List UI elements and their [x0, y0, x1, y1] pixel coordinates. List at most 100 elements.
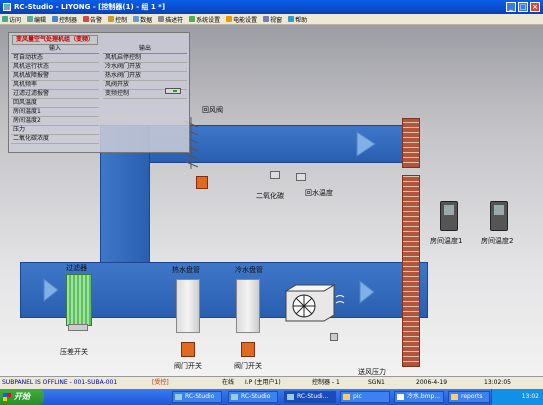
damper-actuator[interactable]	[196, 176, 208, 189]
input-item[interactable]: 过滤过滤报警	[11, 90, 99, 99]
return-temp-sensor[interactable]	[296, 173, 306, 181]
input-item[interactable]: 回风温度	[11, 99, 99, 108]
menu-controller[interactable]: 控制器	[52, 15, 77, 24]
task-item[interactable]: RC-Studio	[228, 391, 278, 403]
supply-pressure-sensor[interactable]	[330, 333, 338, 341]
input-item[interactable]: 风机运行状态	[11, 63, 99, 72]
window-icon	[263, 16, 270, 22]
help-icon	[288, 16, 295, 22]
room-temp-2-label: 房间温度2	[481, 237, 514, 245]
offline-status: SUBPANEL IS OFFLINE - 001-SUBA-001	[2, 379, 118, 386]
alarm-icon	[83, 16, 90, 22]
menu-descriptor[interactable]: 描述符	[158, 15, 183, 24]
data-icon	[133, 16, 140, 22]
descriptor-icon	[158, 16, 165, 22]
valve-switch-2-label: 阀门开关	[234, 362, 262, 370]
taskbar: 开始 RC-Studio RC-Studio RC-Studi... pic 冷…	[0, 389, 543, 405]
task-item[interactable]: pic	[340, 391, 390, 403]
task-item[interactable]: reports	[448, 391, 490, 403]
task-item-active[interactable]: RC-Studi...	[284, 391, 336, 403]
menu-control[interactable]: 控制	[108, 15, 127, 24]
filter[interactable]	[66, 274, 92, 326]
supply-flow-arrow-left	[43, 277, 59, 303]
input-column: 输入 可自动状态 风机运行状态 风机故障报警 风机频率 过滤过滤报警 回风温度 …	[11, 45, 99, 144]
input-item[interactable]: 风机频率	[11, 81, 99, 90]
user-status: I.P (主用户1)	[245, 379, 281, 386]
diff-pressure-switch[interactable]	[68, 324, 88, 331]
time-status: 13:02:05	[484, 379, 511, 386]
app-icon	[175, 394, 182, 400]
room-temp-2-sensor[interactable]	[490, 201, 508, 231]
output-item[interactable]: 风机启停控制	[103, 54, 187, 63]
maximize-button[interactable]: □	[518, 2, 528, 12]
window-title: RC-Studio - LIYONG - [控制器(1) - 组 1 *]	[14, 3, 166, 11]
controller-icon	[52, 16, 59, 22]
close-button[interactable]: ×	[530, 2, 540, 12]
cold-water-coil[interactable]	[236, 279, 260, 333]
hot-water-coil[interactable]	[176, 279, 200, 333]
input-item[interactable]: 可自动状态	[11, 54, 99, 63]
menu-access[interactable]: 访问	[2, 15, 21, 24]
room-temp-1-sensor[interactable]	[440, 201, 458, 231]
room-temp-1-label: 房间温度1	[430, 237, 463, 245]
return-damper-label: 回风阀	[202, 106, 223, 114]
co2-sensor[interactable]	[270, 171, 280, 179]
input-item[interactable]: 风机故障报警	[11, 72, 99, 81]
folder-icon	[343, 394, 350, 400]
input-item[interactable]: 房间温度1	[11, 108, 99, 117]
hot-valve-actuator[interactable]	[181, 342, 195, 357]
input-item[interactable]: 房间温度2	[11, 117, 99, 126]
co2-label: 二氧化碳	[256, 192, 284, 200]
hvac-diagram-canvas: 回风阀 二氧化碳 回水温度 过滤器 压差开关 热水盘管 阀门开关 冷水盘管 阀门…	[0, 25, 543, 376]
brick-wall	[402, 175, 420, 367]
menu-window[interactable]: 视窗	[263, 15, 282, 24]
settings-icon	[189, 16, 196, 22]
input-item[interactable]: 压力	[11, 126, 99, 135]
output-item[interactable]: 冷水阀门开放	[103, 63, 187, 72]
menu-energy-settings[interactable]: 电能设置	[226, 15, 257, 24]
return-temp-label: 回水温度	[305, 189, 333, 197]
menu-bar: 访问 编辑 控制器 告警 控制 数据 描述符 系统设置 电能设置 视窗 帮助	[0, 14, 543, 25]
control-state: [受控]	[152, 379, 169, 386]
window-title-bar[interactable]: RC-Studio - LIYONG - [控制器(1) - 组 1 *] _ …	[0, 0, 543, 14]
valve-switch-1-label: 阀门开关	[174, 362, 202, 370]
cold-valve-actuator[interactable]	[241, 342, 255, 357]
supply-flow-arrow-right	[359, 279, 375, 305]
app-icon	[231, 394, 238, 400]
task-item[interactable]: 冷水.bmp...	[394, 391, 444, 403]
fan-toggle-switch[interactable]	[165, 88, 181, 94]
supply-pressure-label: 送风压力	[358, 368, 386, 376]
minimize-button[interactable]: _	[506, 2, 516, 12]
code-status: SGN1	[368, 379, 385, 386]
image-icon	[397, 394, 404, 400]
energy-icon	[226, 16, 233, 22]
menu-help[interactable]: 帮助	[288, 15, 307, 24]
diff-pressure-switch-label: 压差开关	[60, 348, 88, 356]
panel-title: 变风量空气处理机组（变频）	[12, 35, 99, 45]
status-bar: SUBPANEL IS OFFLINE - 001-SUBA-001 [受控] …	[0, 376, 543, 389]
start-button[interactable]: 开始	[0, 389, 44, 405]
online-status: 在线	[222, 379, 235, 386]
menu-data[interactable]: 数据	[133, 15, 152, 24]
task-item[interactable]: RC-Studio	[172, 391, 222, 403]
clock[interactable]: 13:02	[522, 393, 539, 400]
controller-status: 控制器 - 1	[312, 379, 340, 386]
input-header: 输入	[11, 45, 99, 54]
cold-coil-label: 冷水盘管	[235, 266, 263, 274]
edit-icon	[27, 16, 34, 22]
input-item[interactable]: 二氧化碳浓度	[11, 135, 99, 144]
menu-system-settings[interactable]: 系统设置	[189, 15, 220, 24]
brick-wall-top	[402, 118, 420, 168]
supply-fan[interactable]	[276, 283, 346, 323]
access-icon	[2, 16, 8, 22]
app-icon	[287, 394, 294, 400]
system-tray: 13:02	[491, 389, 543, 405]
app-icon	[3, 3, 11, 11]
menu-edit[interactable]: 编辑	[27, 15, 46, 24]
output-item[interactable]: 热水阀门开放	[103, 72, 187, 81]
menu-alarm[interactable]: 告警	[83, 15, 102, 24]
return-flow-arrow	[356, 131, 376, 157]
folder-icon	[451, 394, 458, 400]
date-status: 2006-4-19	[416, 379, 448, 386]
filter-label: 过滤器	[66, 264, 87, 272]
